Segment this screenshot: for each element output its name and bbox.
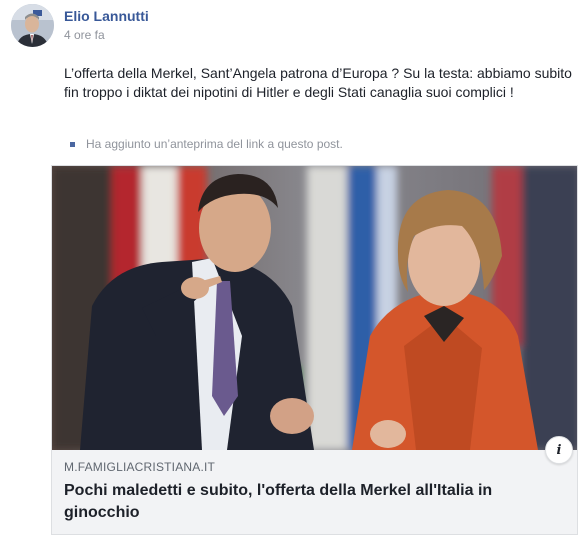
info-button[interactable]: i bbox=[545, 436, 573, 464]
link-preview-image[interactable] bbox=[52, 166, 577, 450]
profile-avatar[interactable] bbox=[11, 4, 54, 47]
author-name[interactable]: Elio Lannutti bbox=[64, 8, 149, 24]
square-bullet-icon bbox=[70, 141, 75, 147]
notice-text: Ha aggiunto un’anteprima del link a ques… bbox=[86, 137, 343, 151]
info-icon: i bbox=[556, 442, 562, 458]
avatar-photo bbox=[11, 4, 54, 47]
post-text: L’offerta della Merkel, Sant’Angela patr… bbox=[64, 65, 572, 100]
link-headline[interactable]: Pochi maledetti e subito, l'offerta dell… bbox=[64, 480, 564, 524]
post-timestamp[interactable]: 4 ore fa bbox=[64, 28, 105, 42]
link-preview-notice: Ha aggiunto un’anteprima del link a ques… bbox=[70, 137, 343, 151]
article-photo bbox=[52, 166, 577, 450]
link-domain: M.FAMIGLIACRISTIANA.IT bbox=[64, 460, 216, 474]
link-preview-card[interactable]: i M.FAMIGLIACRISTIANA.IT Pochi maledetti… bbox=[51, 165, 578, 535]
